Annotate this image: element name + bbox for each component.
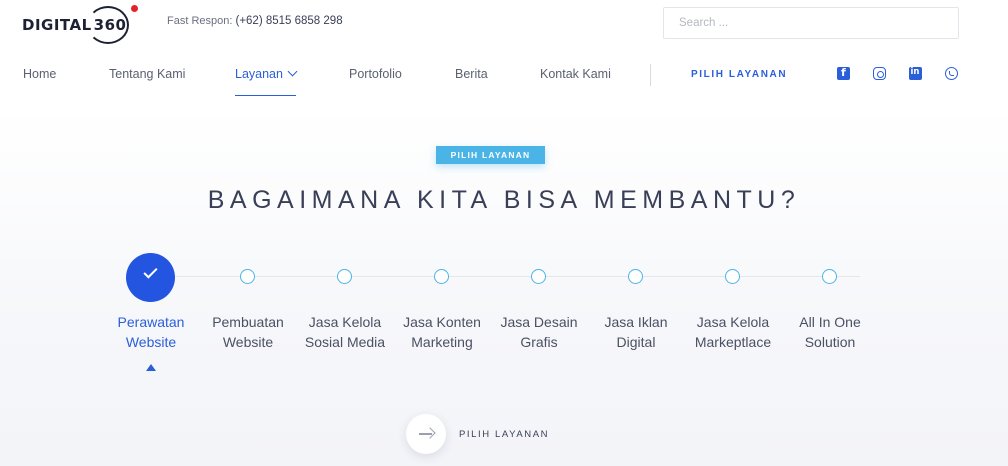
step-active-marker[interactable] <box>126 253 175 302</box>
step-jasa-kelola-sosial-media[interactable]: Jasa Kelola Sosial Media <box>295 312 395 352</box>
step-dot[interactable] <box>531 269 546 284</box>
step-jasa-kelola-marketplace[interactable]: Jasa Kelola Markeptlace <box>683 312 783 352</box>
step-label-line2: Sosial Media <box>304 334 386 350</box>
next-arrow-button[interactable] <box>406 414 446 454</box>
active-step-indicator-icon <box>146 364 156 371</box>
nav-active-underline <box>235 95 296 96</box>
instagram-icon[interactable] <box>873 67 886 80</box>
nav-item-tentang-kami[interactable]: Tentang Kami <box>109 67 185 81</box>
step-label-line1: Jasa Desain <box>500 314 578 330</box>
step-label-line2: Markeptlace <box>694 334 772 350</box>
fast-response-phone[interactable]: (+62) 8515 6858 298 <box>235 15 342 27</box>
step-label-line2: Marketing <box>411 334 473 350</box>
step-label-line1: Perawatan <box>117 314 185 330</box>
step-jasa-desain-grafis[interactable]: Jasa Desain Grafis <box>489 312 589 352</box>
fast-response-label: Fast Respon: <box>167 15 233 27</box>
step-dot[interactable] <box>337 269 352 284</box>
logo-text: DIGITAL <box>22 16 92 34</box>
step-label-line1: Jasa Iklan <box>604 314 668 330</box>
step-label-line1: All In One <box>799 314 861 330</box>
step-all-in-one-solution[interactable]: All In One Solution <box>780 312 880 352</box>
nav-divider <box>650 64 651 86</box>
step-label-line2: Website <box>222 334 274 350</box>
nav-item-berita[interactable]: Berita <box>455 67 488 81</box>
steps-track <box>150 276 860 277</box>
step-dot[interactable] <box>434 269 449 284</box>
step-pembuatan-website[interactable]: Pembuatan Website <box>198 312 298 352</box>
nav-item-layanan-label: Layanan <box>235 67 283 81</box>
step-label-line1: Jasa Konten <box>403 314 481 330</box>
logo[interactable]: DIGITAL 360 <box>22 5 139 44</box>
step-jasa-konten-marketing[interactable]: Jasa Konten Marketing <box>392 312 492 352</box>
site-header: DIGITAL 360 Fast Respon: (+62) 8515 6858… <box>0 0 1008 108</box>
page-title: BAGAIMANA KITA BISA MEMBANTU? <box>207 186 801 214</box>
fast-response: Fast Respon: (+62) 8515 6858 298 <box>167 15 343 27</box>
nav-item-home[interactable]: Home <box>23 67 56 81</box>
nav-item-kontak-kami[interactable]: Kontak Kami <box>540 67 611 81</box>
pilih-layanan-button[interactable]: PILIH LAYANAN <box>459 429 549 440</box>
whatsapp-icon[interactable] <box>945 67 958 80</box>
chevron-down-icon <box>287 66 298 77</box>
linkedin-icon[interactable]: in <box>909 67 922 80</box>
step-label-line2: Grafis <box>520 334 558 350</box>
logo-number: 360 <box>86 5 139 44</box>
check-icon <box>143 264 158 279</box>
nav-item-portofolio[interactable]: Portofolio <box>349 67 402 81</box>
step-perawatan-website[interactable]: Perawatan Website <box>101 312 201 352</box>
step-dot[interactable] <box>822 269 837 284</box>
step-label-line1: Jasa Kelola <box>308 314 382 330</box>
step-label-line1: Pembuatan <box>212 314 284 330</box>
step-dot[interactable] <box>725 269 740 284</box>
search-input[interactable] <box>663 7 959 39</box>
facebook-icon[interactable]: f <box>837 66 850 80</box>
section-badge: PILIH LAYANAN <box>436 146 545 164</box>
step-label-line1: Jasa Kelola <box>696 314 770 330</box>
step-dot[interactable] <box>628 269 643 284</box>
step-label-line2: Solution <box>804 334 856 350</box>
pilih-layanan-link[interactable]: PILIH LAYANAN <box>691 69 787 80</box>
step-dot[interactable] <box>240 269 255 284</box>
step-label-line2: Digital <box>616 334 656 350</box>
step-jasa-iklan-digital[interactable]: Jasa Iklan Digital <box>586 312 686 352</box>
step-label-line2: Website <box>125 334 177 350</box>
nav-item-layanan[interactable]: Layanan <box>235 66 298 81</box>
